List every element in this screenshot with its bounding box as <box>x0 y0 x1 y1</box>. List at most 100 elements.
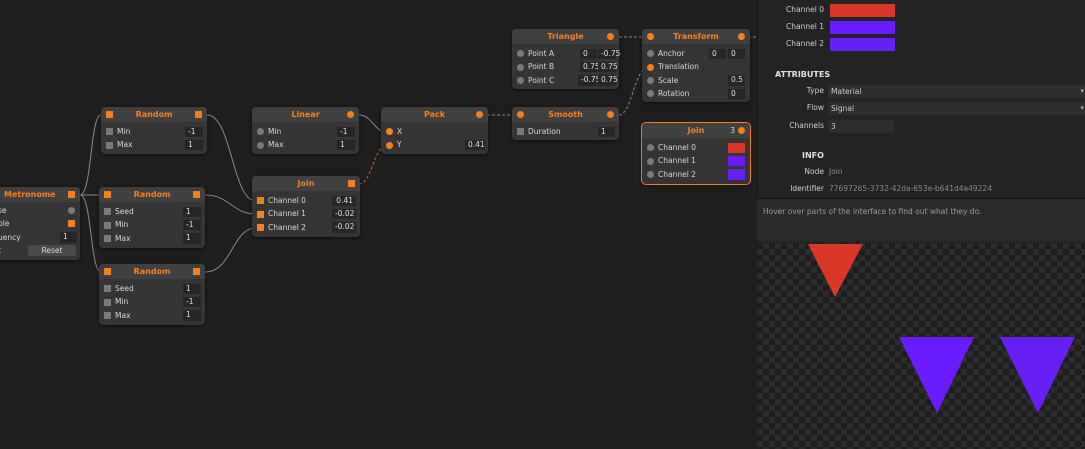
render-preview[interactable] <box>757 243 1085 449</box>
param-port[interactable] <box>104 311 111 319</box>
node-header[interactable]: Linear <box>252 107 359 122</box>
anchor-y[interactable]: 0 <box>728 48 745 59</box>
input-port[interactable] <box>517 110 524 118</box>
param-port[interactable] <box>517 50 524 58</box>
frequency-field[interactable]: 1 <box>60 232 77 243</box>
channels-input[interactable]: 3 <box>828 120 894 133</box>
rotation-field[interactable]: 0 <box>728 88 745 100</box>
output-port[interactable] <box>193 267 200 275</box>
param-port[interactable] <box>106 141 113 149</box>
duration-field[interactable]: 1 <box>598 126 615 137</box>
channel-2-field[interactable]: -0.02 <box>332 222 356 233</box>
node-header[interactable]: Metronome <box>0 187 80 202</box>
enable-checkbox[interactable] <box>68 220 75 228</box>
input-port[interactable] <box>647 32 654 40</box>
param-port[interactable] <box>104 208 111 216</box>
pack-node[interactable]: Pack X Y 0.41 <box>381 107 488 154</box>
min-field[interactable]: -1 <box>337 126 355 137</box>
node-graph-canvas[interactable]: Metronome se ble uency 1 t Reset <box>0 0 757 449</box>
output-port[interactable] <box>476 110 483 118</box>
smooth-node[interactable]: Smooth Duration 1 <box>512 107 619 140</box>
flow-select[interactable]: Signal ▾ <box>828 102 1085 115</box>
node-header[interactable]: Join 3 <box>642 123 750 138</box>
node-header[interactable]: Pack <box>381 107 488 122</box>
param-port[interactable] <box>647 144 654 152</box>
channel-port[interactable] <box>257 210 264 218</box>
channel-0-color[interactable] <box>830 4 895 17</box>
param-port[interactable] <box>104 221 111 229</box>
param-port[interactable] <box>647 50 654 58</box>
random-node-1[interactable]: Random Min -1 Max 1 <box>101 107 207 154</box>
output-port[interactable] <box>738 126 745 134</box>
param-port[interactable] <box>104 298 111 306</box>
channel-port[interactable] <box>257 197 264 205</box>
transform-node[interactable]: Transform Anchor 0 0 Translation Scale 0… <box>642 29 750 102</box>
triangle-node[interactable]: Triangle Point A 0 -0.75 Point B 0.75 0.… <box>512 29 620 89</box>
channel-1-swatch[interactable] <box>728 155 745 167</box>
random-node-2[interactable]: Random Seed 1 Min -1 Max 1 <box>99 187 205 248</box>
scale-field[interactable]: 0.5 <box>728 75 745 86</box>
node-header[interactable]: Transform <box>642 29 750 44</box>
param-port[interactable] <box>257 128 264 136</box>
node-header[interactable]: Smooth <box>512 107 619 122</box>
y-port[interactable] <box>386 141 393 149</box>
toggle[interactable] <box>68 207 75 214</box>
param-port[interactable] <box>647 90 654 98</box>
param-port[interactable] <box>257 141 264 149</box>
seed-field[interactable]: 1 <box>183 283 201 294</box>
param-port[interactable] <box>104 285 111 293</box>
input-port[interactable] <box>104 267 111 275</box>
join-node-signal[interactable]: Join Channel 0 0.41 Channel 1 -0.02 Chan… <box>252 176 360 237</box>
max-field[interactable]: 1 <box>185 139 203 151</box>
param-port[interactable] <box>104 234 111 242</box>
output-port[interactable] <box>347 110 354 118</box>
random-node-3[interactable]: Random Seed 1 Min -1 Max 1 <box>99 264 205 325</box>
y-field[interactable]: 0.41 <box>465 139 485 151</box>
node-header[interactable]: Random <box>99 264 205 279</box>
input-port[interactable] <box>104 190 111 198</box>
output-port[interactable] <box>738 32 745 40</box>
channel-2-swatch[interactable] <box>728 169 745 180</box>
point-a-x[interactable]: 0 <box>580 48 597 59</box>
channel-1-color[interactable] <box>830 21 895 34</box>
input-port[interactable] <box>106 110 113 118</box>
node-header[interactable]: Join <box>252 176 360 191</box>
max-field[interactable]: 1 <box>183 233 201 244</box>
channel-0-field[interactable]: 0.41 <box>332 195 356 206</box>
max-field[interactable]: 1 <box>337 139 355 151</box>
node-header[interactable]: Random <box>99 187 205 202</box>
param-port[interactable] <box>106 128 113 136</box>
reset-button[interactable]: Reset <box>28 245 76 257</box>
param-port[interactable] <box>517 63 524 71</box>
point-c-x[interactable]: -0.75 <box>578 75 600 86</box>
output-port[interactable] <box>68 190 75 198</box>
param-port[interactable] <box>647 76 654 84</box>
param-port[interactable] <box>647 157 654 165</box>
linear-node[interactable]: Linear Min -1 Max 1 <box>252 107 359 154</box>
param-port[interactable] <box>517 128 524 136</box>
param-port[interactable] <box>647 170 654 178</box>
node-header[interactable]: Random <box>101 107 207 122</box>
channel-port[interactable] <box>257 223 264 231</box>
type-select[interactable]: Material ▾ <box>828 85 1085 98</box>
param-port[interactable] <box>517 76 524 84</box>
metronome-node[interactable]: Metronome se ble uency 1 t Reset <box>0 187 80 260</box>
output-port[interactable] <box>348 179 355 187</box>
point-b-y[interactable]: 0.75 <box>598 61 618 73</box>
join-node-material[interactable]: Join 3 Channel 0 Channel 1 Channel 2 <box>641 122 751 185</box>
point-c-y[interactable]: 0.75 <box>598 75 618 86</box>
output-port[interactable] <box>607 110 614 118</box>
channel-2-color[interactable] <box>830 38 895 51</box>
min-field[interactable]: -1 <box>183 296 201 308</box>
output-port[interactable] <box>195 110 202 118</box>
max-field[interactable]: 1 <box>183 310 201 321</box>
channel-0-swatch[interactable] <box>728 142 745 153</box>
min-field[interactable]: -1 <box>183 219 201 231</box>
output-port[interactable] <box>607 32 614 40</box>
node-header[interactable]: Triangle <box>512 29 619 44</box>
output-port[interactable] <box>193 190 200 198</box>
seed-field[interactable]: 1 <box>183 206 201 217</box>
min-field[interactable]: -1 <box>185 126 203 137</box>
translation-port[interactable] <box>647 63 654 71</box>
channel-1-field[interactable]: -0.02 <box>332 208 356 220</box>
